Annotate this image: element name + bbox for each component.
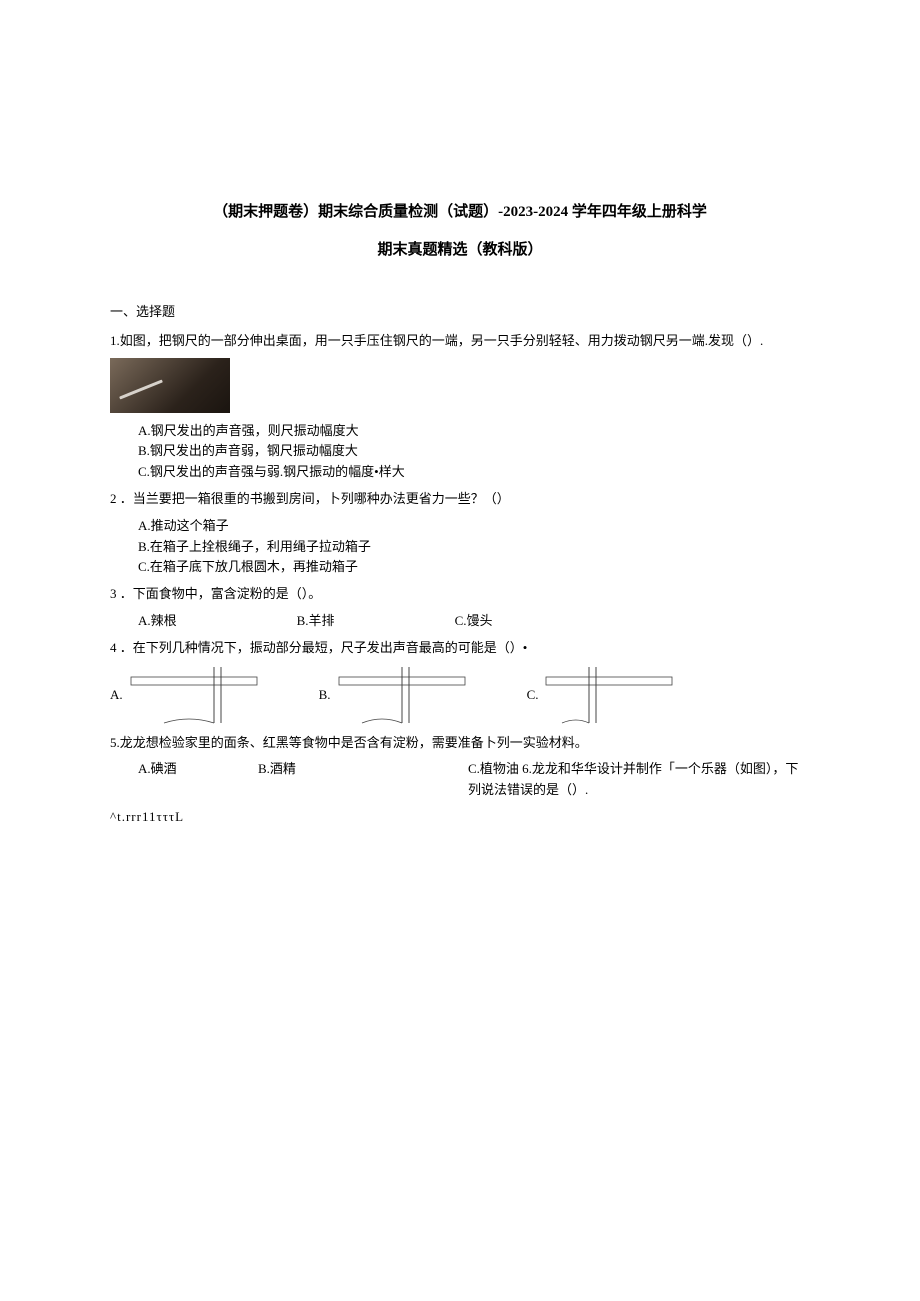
ruler-diagram-b-icon: [337, 665, 467, 725]
q2-option-a: A.推动这个箱子: [110, 516, 810, 537]
q5-number: 5.: [110, 735, 120, 750]
q2-number: 2: [110, 491, 117, 506]
q1-option-a: A.钢尺发出的声音强，则尺振动幅度大: [110, 421, 810, 442]
q4-label-a: A.: [110, 685, 123, 706]
q4-option-b-diagram: B.: [319, 665, 467, 725]
q5-option-b: B.酒精: [258, 759, 468, 780]
q3-text: ．下面食物中，富含淀粉的是（）。: [120, 586, 322, 601]
q2-option-c: C.在箱子底下放几根圆木，再推动箱子: [110, 557, 810, 578]
q6-garbled-text: ^t.rrr11τττL: [110, 807, 810, 828]
q5-stem: 5.龙龙想检验家里的面条、红黑等食物中是否含有淀粉，需要准备卜列一实验材料。: [110, 733, 810, 754]
q3-options: A.辣根 B.羊排 C.馒头: [110, 611, 810, 632]
q3-stem: 3 ．下面食物中，富含淀粉的是（）。: [110, 584, 810, 605]
q5-option-c: C.植物油: [468, 761, 519, 776]
q1-option-b: B.钢尺发出的声音弱，钢尺振动幅度大: [110, 441, 810, 462]
page-title: （期末押题卷）期末综合质量检测（试题）-2023-2024 学年四年级上册科学: [110, 200, 810, 224]
q3-option-c: C.馒头: [455, 611, 493, 632]
q4-text: ．在下列几种情况下，振动部分最短，尺子发出声音最高的可能是（）•: [120, 640, 528, 655]
q1-option-c: C.钢尺发出的声音强与弱.钢尺振动的幅度•样大: [110, 462, 810, 483]
ruler-diagram-a-icon: [129, 665, 259, 725]
page-subtitle: 期末真题精选（教科版）: [110, 238, 810, 262]
q3-number: 3: [110, 586, 117, 601]
q3-option-b: B.羊排: [297, 611, 335, 632]
q5-options-row: A.碘酒 B.酒精 C.植物油 6.龙龙和华华设计并制作「一个乐器（如图），下列…: [110, 759, 810, 801]
q1-text: 如图，把钢尺的一部分伸出桌面，用一只手压住钢尺的一端，另一只手分别轻轻、用力拨动…: [120, 333, 764, 348]
q4-number: 4: [110, 640, 117, 655]
q4-option-a-diagram: A.: [110, 665, 259, 725]
q3-option-a: A.辣根: [138, 611, 177, 632]
q5-option-a: A.碘酒: [138, 759, 258, 780]
q4-stem: 4 ．在下列几种情况下，振动部分最短，尺子发出声音最高的可能是（）•: [110, 638, 810, 659]
q4-option-c-diagram: C.: [527, 665, 675, 725]
q5-text: 龙龙想检验家里的面条、红黑等食物中是否含有淀粉，需要准备卜列一实验材料。: [120, 735, 588, 750]
q1-number: 1.: [110, 333, 120, 348]
q2-text: ．当兰要把一箱很重的书搬到房间，卜列哪种办法更省力一些？（）: [120, 491, 510, 506]
q1-stem: 1.如图，把钢尺的一部分伸出桌面，用一只手压住钢尺的一端，另一只手分别轻轻、用力…: [110, 331, 810, 352]
q4-label-b: B.: [319, 685, 331, 706]
q2-option-b: B.在箱子上拴根绳子，利用绳子拉动箱子: [110, 537, 810, 558]
q4-label-c: C.: [527, 685, 539, 706]
section-1-heading: 一、选择题: [110, 302, 810, 323]
q1-image: [110, 358, 230, 413]
ruler-diagram-c-icon: [544, 665, 674, 725]
q2-stem: 2 ．当兰要把一箱很重的书搬到房间，卜列哪种办法更省力一些？（）: [110, 489, 810, 510]
q4-diagram-row: A. B. C.: [110, 665, 810, 725]
